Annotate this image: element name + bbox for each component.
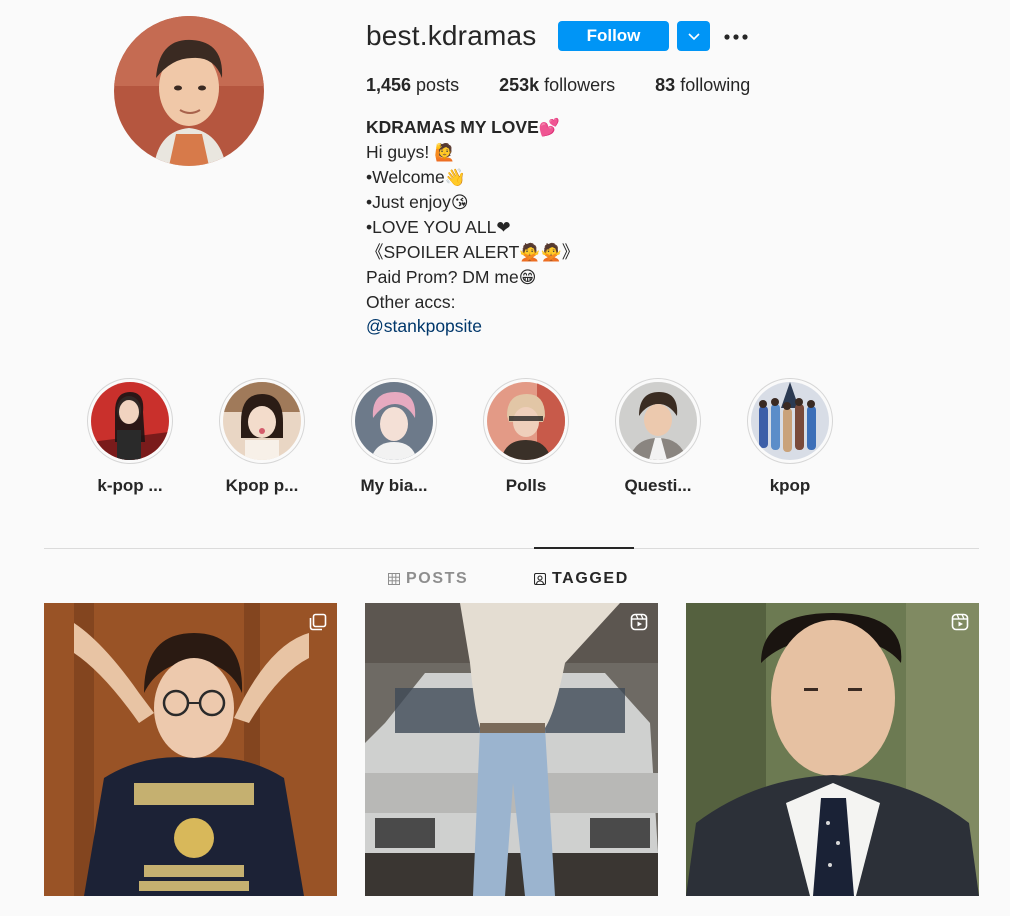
two-hearts-emoji: 💕 — [538, 118, 560, 138]
profile-avatar[interactable] — [114, 16, 264, 166]
tabs-divider — [44, 548, 979, 549]
more-options-button[interactable] — [722, 24, 750, 48]
bio-name-line: KDRAMAS MY LOVE💕 — [366, 115, 579, 140]
grinning-emoji: 😁 — [518, 268, 537, 288]
bio-name: KDRAMAS MY LOVE — [366, 117, 539, 137]
following-link[interactable]: 83 following — [655, 75, 750, 96]
profile-bio: KDRAMAS MY LOVE💕 Hi guys! 🙋 •Welcome👋 •J… — [366, 115, 579, 338]
bio-line: Hi guys! 🙋 — [366, 140, 579, 165]
bio-mention-link[interactable]: @stankpopsite — [366, 316, 482, 336]
highlight-item[interactable]: Kpop p... — [196, 378, 328, 496]
highlight-cover — [619, 382, 697, 460]
profile-username: best.kdramas — [366, 20, 537, 51]
grid-icon — [388, 573, 400, 585]
suggested-accounts-button[interactable] — [677, 21, 710, 51]
heart-emoji: ❤ — [496, 218, 511, 238]
tab-tagged[interactable]: TAGGED — [534, 569, 629, 589]
bio-text: •Welcome — [366, 167, 445, 187]
bio-text: Paid Prom? DM me — [366, 267, 519, 287]
highlight-item[interactable]: Polls — [460, 378, 592, 496]
reels-icon — [630, 613, 648, 631]
highlight-item[interactable]: kpop — [724, 378, 856, 496]
following-count-value: 83 — [655, 75, 676, 95]
chevron-down-icon — [687, 29, 700, 44]
following-count-label: following — [675, 75, 751, 95]
highlight-item[interactable]: k-pop ... — [64, 378, 196, 496]
bio-line: Other accs: — [366, 290, 579, 314]
bio-text: Other accs: — [366, 292, 456, 312]
story-highlights: k-pop ... Kpop p... My bia... Polls Ques… — [0, 378, 1010, 508]
highlight-label: Polls — [505, 476, 547, 495]
highlight-cover — [91, 382, 169, 460]
bio-text: 《SPOILER ALERT — [366, 242, 520, 262]
highlight-ring — [747, 378, 833, 464]
followers-link[interactable]: 253k followers — [499, 75, 615, 96]
blowing-kiss-emoji: 😘 — [450, 193, 469, 213]
post-thumbnail[interactable] — [686, 603, 979, 896]
more-options-icon — [724, 27, 748, 45]
highlight-label: Questi... — [624, 476, 692, 495]
waving-hand-emoji: 👋 — [444, 168, 466, 188]
profile-stats: 1,456 posts 253k followers 83 following — [366, 75, 790, 96]
tagged-person-icon — [534, 573, 546, 585]
highlight-item[interactable]: My bia... — [328, 378, 460, 496]
posts-count-label: posts — [411, 75, 460, 95]
posts-count: 1,456 posts — [366, 75, 459, 96]
bio-line: @stankpopsite — [366, 314, 579, 338]
highlight-cover — [355, 382, 433, 460]
gesturing-no-emoji: 🙅🙅 — [519, 243, 562, 263]
highlight-ring — [87, 378, 173, 464]
post-thumbnail[interactable] — [365, 603, 658, 896]
posts-count-value: 1,456 — [366, 75, 412, 95]
followers-count-value: 253k — [499, 75, 540, 95]
bio-text: 》 — [561, 242, 580, 262]
active-tab-indicator — [534, 547, 634, 549]
bio-line: •LOVE YOU ALL❤ — [366, 215, 579, 240]
followers-count-label: followers — [539, 75, 616, 95]
bio-line: Paid Prom? DM me😁 — [366, 265, 579, 290]
highlight-ring — [615, 378, 701, 464]
profile-page: best.kdramas Follow 1,456 posts 253k fol… — [0, 0, 1010, 916]
highlight-ring — [219, 378, 305, 464]
reels-icon — [951, 613, 969, 631]
post-thumbnail[interactable] — [44, 603, 337, 896]
highlight-item[interactable]: Questi... — [592, 378, 724, 496]
highlight-cover — [751, 382, 829, 460]
tab-posts-label: POSTS — [406, 570, 469, 587]
raising-hand-emoji: 🙋 — [434, 143, 456, 163]
follow-button[interactable]: Follow — [558, 21, 669, 51]
bio-line: 《SPOILER ALERT🙅🙅》 — [366, 240, 579, 265]
tab-posts[interactable]: POSTS — [388, 569, 468, 589]
highlight-ring — [483, 378, 569, 464]
highlight-label: kpop — [769, 476, 811, 495]
multiple-posts-icon — [309, 613, 327, 631]
tab-tagged-label: TAGGED — [552, 570, 629, 587]
highlight-label: Kpop p... — [225, 476, 299, 495]
highlight-label: My bia... — [360, 476, 428, 495]
bio-text: •Just enjoy — [366, 192, 451, 212]
bio-text: •LOVE YOU ALL — [366, 217, 497, 237]
bio-text: Hi guys! — [366, 142, 435, 162]
bio-line: •Welcome👋 — [366, 165, 579, 190]
highlight-cover — [487, 382, 565, 460]
highlight-label: k-pop ... — [97, 476, 163, 495]
highlight-ring — [351, 378, 437, 464]
highlight-cover — [223, 382, 301, 460]
bio-line: •Just enjoy😘 — [366, 190, 579, 215]
